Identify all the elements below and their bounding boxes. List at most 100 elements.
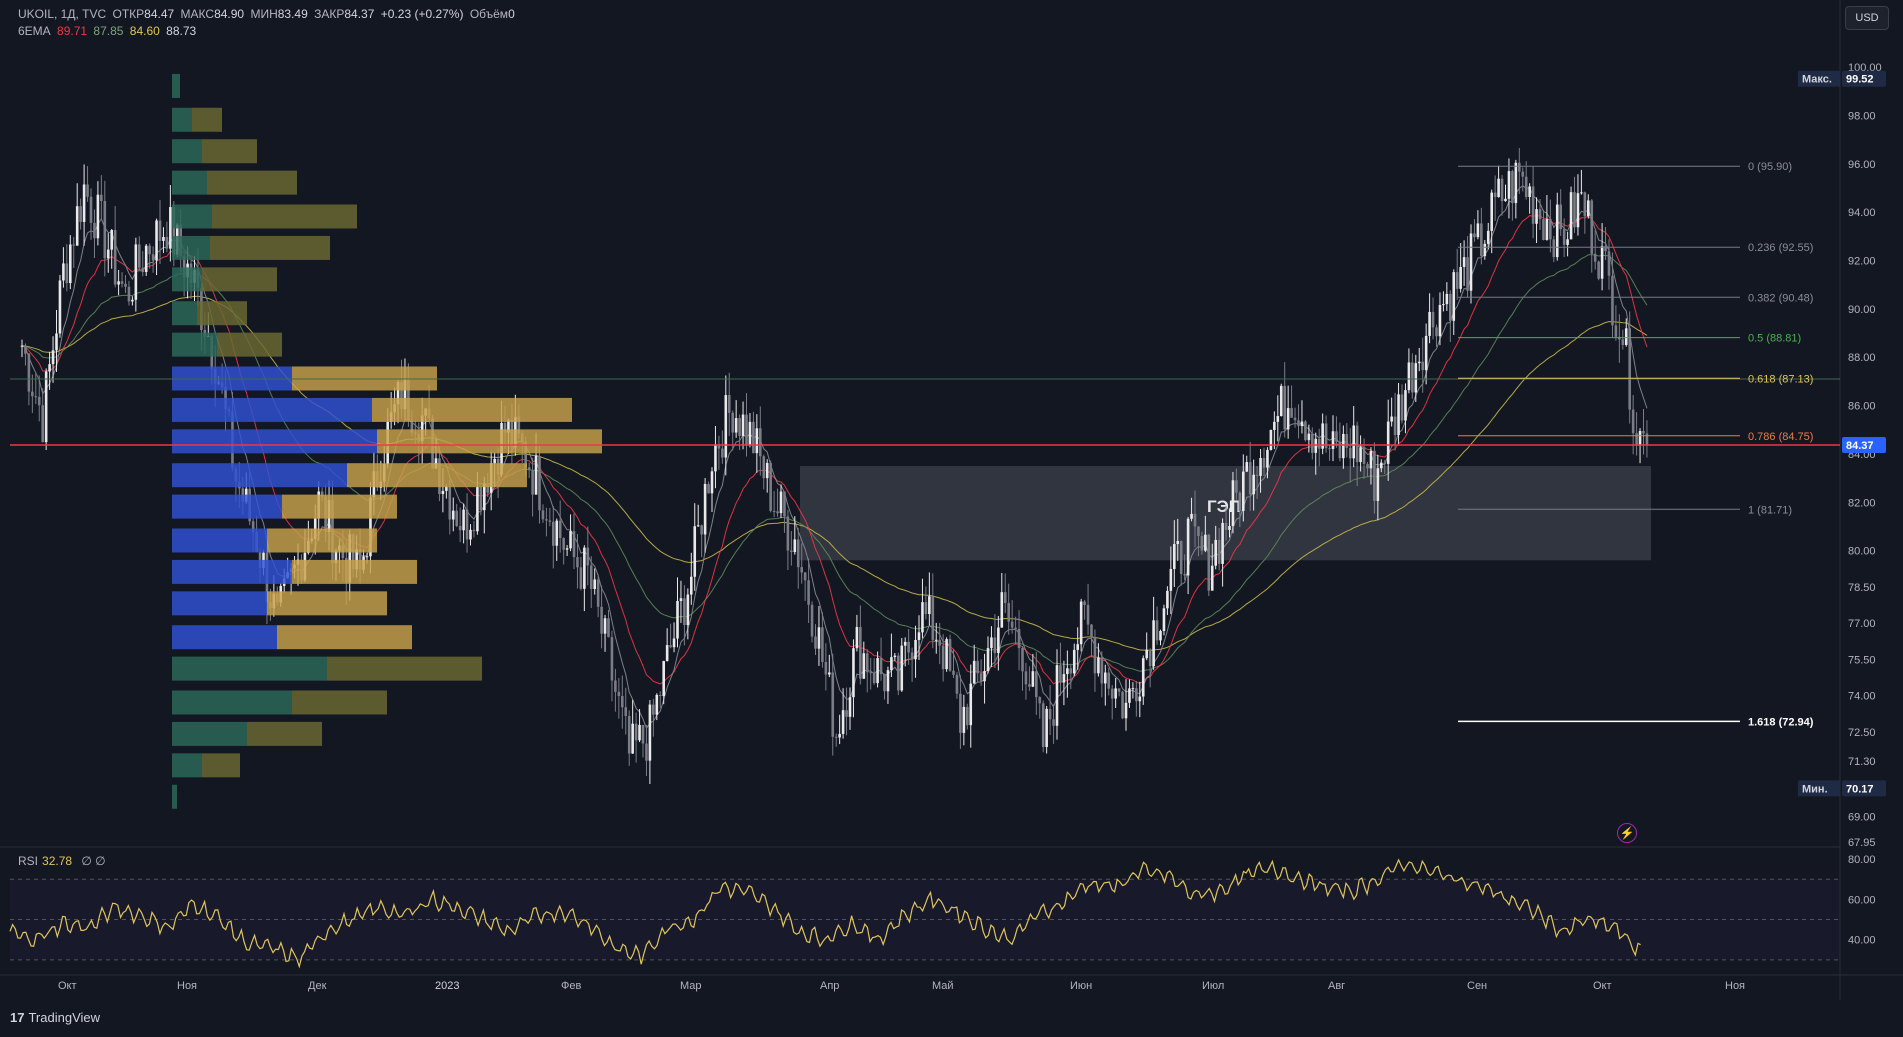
candle-body (1628, 328, 1631, 410)
candle-body (634, 723, 638, 741)
candle-body (79, 206, 82, 222)
candle-body (144, 245, 148, 273)
candle-body (1442, 304, 1445, 306)
candle-body (1114, 688, 1117, 699)
currency-button[interactable]: USD (1845, 6, 1889, 30)
candle-body (1317, 438, 1321, 449)
candle-body (814, 636, 817, 649)
price-tick-label: 82.00 (1848, 497, 1876, 509)
symbol-label[interactable]: UKOIL, 1Д, TVC (18, 7, 106, 21)
candle-body (565, 548, 569, 550)
candle-body (959, 693, 962, 733)
candle-body (1528, 186, 1531, 197)
volume-profile-bar-teal (172, 721, 247, 746)
candle-body (1069, 668, 1073, 674)
tradingview-logo[interactable]: 17 TradingView (10, 1010, 100, 1025)
candle-body (1290, 408, 1293, 418)
candle-body (1190, 513, 1193, 519)
candle-body (1500, 178, 1504, 202)
candle-body (1048, 708, 1052, 720)
time-tick-label: Авг (1328, 980, 1345, 992)
candle-body (610, 637, 614, 681)
volume-profile-bar-olive (207, 170, 297, 195)
candle-body (148, 245, 151, 255)
candle-body (1124, 702, 1128, 719)
candle-body (1135, 688, 1138, 702)
candle-body (734, 418, 738, 433)
ema-label[interactable]: 6EMA (18, 24, 51, 38)
candle-body (1252, 474, 1255, 495)
candle-body (165, 236, 169, 249)
candle-body (1000, 592, 1004, 628)
candle-body (696, 525, 700, 527)
candle-body (1328, 448, 1331, 450)
candle-body (1221, 522, 1224, 564)
candle-body (741, 414, 745, 437)
candle-body (1411, 362, 1414, 393)
candle-body (645, 743, 648, 761)
fib-level-label: 0.786 (84.75) (1748, 431, 1813, 443)
chart-canvas[interactable]: ГЭП 0 (95.90) 0.236 (92.55) 0.382 (90.48) 0.… (0, 0, 1903, 1037)
candle-body (621, 696, 624, 708)
candle-body (1635, 433, 1638, 446)
rsi-value: 32.78 (42, 854, 73, 868)
candle-body (869, 672, 872, 674)
open-label: ОТКР (112, 7, 145, 21)
candle-body (1445, 293, 1449, 305)
candle-body (1166, 590, 1169, 609)
candle-body (883, 674, 886, 692)
ema-value-3: 84.60 (129, 24, 160, 38)
candle-body (803, 572, 807, 581)
rsi-label[interactable]: RSI (18, 854, 38, 868)
candle-body (589, 565, 593, 590)
fib-level-label: 1 (81.71) (1748, 504, 1792, 516)
candle-body (1462, 257, 1466, 267)
candle-body (669, 645, 672, 648)
candle-body (1535, 209, 1538, 224)
candle-body (790, 550, 793, 553)
candle-body (1362, 447, 1366, 464)
gap-zone-label: ГЭП (1207, 497, 1241, 516)
lightning-icon[interactable]: ⚡ (1617, 823, 1637, 843)
price-tick-label: 90.00 (1848, 304, 1876, 316)
candle-body (745, 414, 748, 446)
volume-profile-bar-teal (172, 753, 202, 778)
candle-body (1631, 409, 1635, 434)
candle-body (1245, 462, 1249, 472)
candle-body (1055, 665, 1059, 726)
candle-body (1304, 421, 1307, 441)
candle-body (1121, 691, 1124, 719)
volume-profile-bar-gold (377, 429, 602, 454)
time-tick-label: Мар (680, 980, 702, 992)
change-value: +0.23 (+0.27%) (380, 7, 464, 21)
candle-body (1331, 431, 1335, 449)
candle-body (96, 194, 100, 239)
time-tick-label: 2023 (435, 980, 459, 992)
candle-body (1386, 421, 1390, 464)
candle-body (1397, 394, 1400, 435)
volume-profile-bar-gold (372, 397, 572, 422)
volume-profile-bar-teal (172, 656, 327, 681)
tradingview-logo-text: TradingView (28, 1010, 101, 1025)
candle-body (1183, 573, 1186, 576)
candle-body (155, 220, 158, 261)
price-tick-label: 96.00 (1848, 159, 1876, 171)
candle-body (755, 428, 759, 454)
candle-body (1207, 534, 1211, 591)
time-tick-label: Апр (820, 980, 839, 992)
volume-profile-bar-teal (172, 73, 180, 98)
candle-body (1100, 657, 1104, 684)
candle-body (1376, 468, 1380, 501)
candle-body (1024, 671, 1028, 685)
candle-body (652, 704, 655, 715)
candle-body (945, 639, 948, 670)
ema-value-1: 89.71 (57, 24, 88, 38)
volume-profile-bar-blue (172, 429, 377, 454)
candle-body (893, 655, 897, 658)
candle-body (545, 519, 548, 521)
candle-body (783, 491, 786, 517)
price-tick-label: 72.50 (1848, 727, 1876, 739)
candle-body (82, 184, 86, 222)
candle-body (1428, 311, 1431, 336)
candle-body (879, 658, 883, 675)
